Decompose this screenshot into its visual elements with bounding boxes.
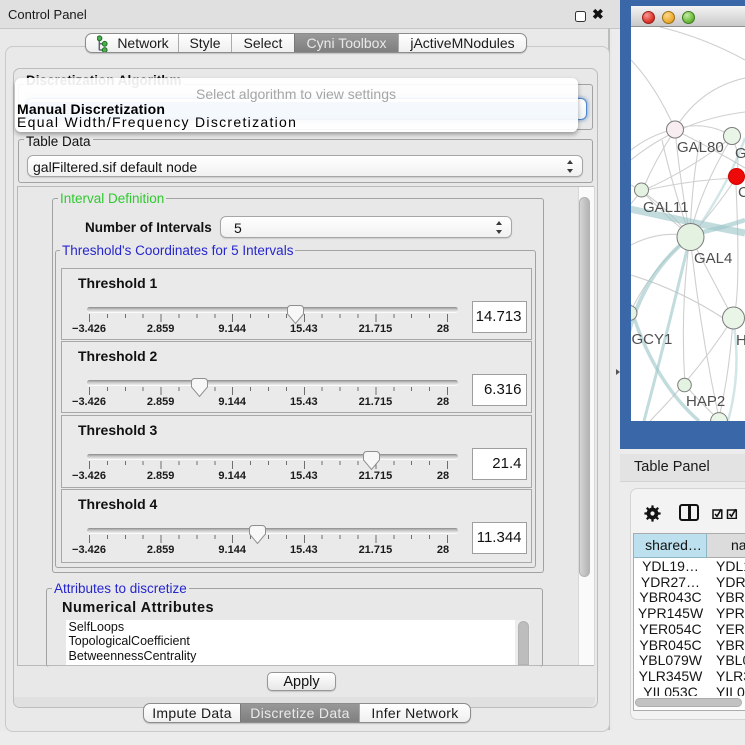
svg-text:GCY1: GCY1 xyxy=(632,331,673,348)
svg-text:HAP2: HAP2 xyxy=(686,393,725,410)
svg-text:C: C xyxy=(738,184,745,201)
svg-text:GAL80: GAL80 xyxy=(677,139,724,156)
svg-text:GA: GA xyxy=(735,145,745,162)
svg-text:GAL4: GAL4 xyxy=(694,250,732,267)
svg-text:GAL11: GAL11 xyxy=(643,199,689,216)
svg-text:H: H xyxy=(736,332,745,349)
